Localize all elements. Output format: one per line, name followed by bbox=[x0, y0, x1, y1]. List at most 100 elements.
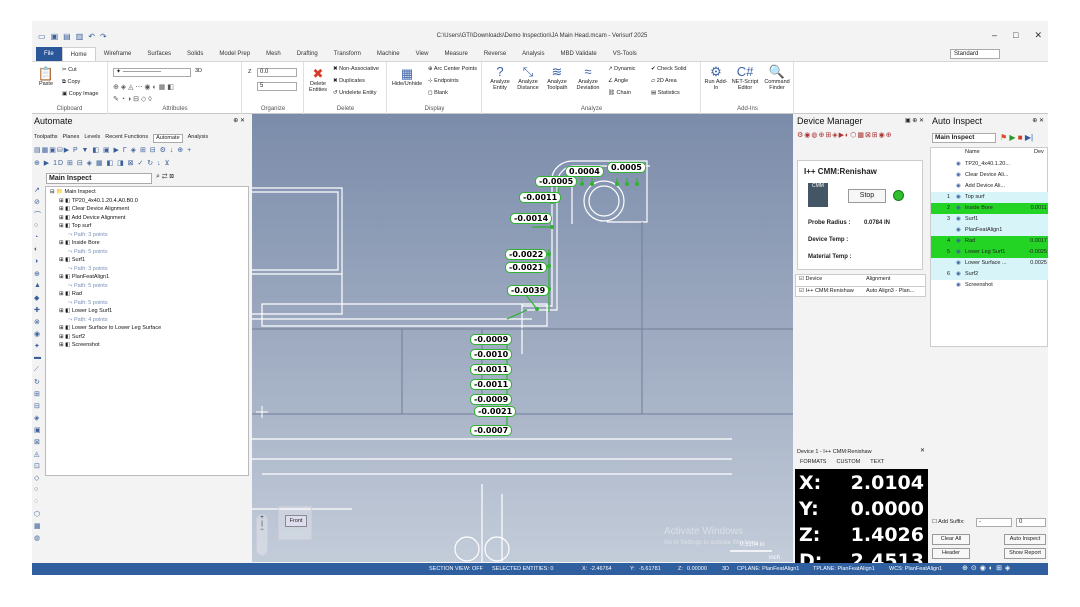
auto-inspect-controls[interactable]: ⚑ ▶ ■ ▶| bbox=[1000, 133, 1033, 142]
stop-button[interactable]: Stop bbox=[848, 189, 886, 203]
tree-path-item[interactable]: ⤳ Path: 5 points bbox=[68, 300, 108, 307]
auto-inspect-row[interactable]: ◉ Clear Device Ali... bbox=[931, 170, 1048, 181]
create-tool-icon[interactable]: ⊡ bbox=[34, 462, 40, 470]
cut-button[interactable]: ✂ Cut bbox=[62, 67, 77, 73]
create-tool-icon[interactable]: ⌒ bbox=[34, 210, 41, 220]
tree-item[interactable]: ⊞ ◧ Lower Surface to Lower Leg Surface bbox=[59, 325, 161, 331]
device-row[interactable]: ☑ I++ CMM:Renishaw bbox=[799, 288, 854, 294]
tree-item[interactable]: ⊞ ◧ Lower Leg Surf1 bbox=[59, 308, 112, 314]
create-tool-icon[interactable]: ↻ bbox=[34, 378, 40, 386]
create-tool-icon[interactable]: ▣ bbox=[34, 426, 41, 434]
analyze-entity-button[interactable]: ? Analyze Entity bbox=[487, 64, 513, 91]
create-tool-icon[interactable]: ◉ bbox=[34, 330, 40, 338]
tree-path-item[interactable]: ⤳ Path: 3 points bbox=[68, 266, 108, 273]
deviation-label[interactable]: -0.0007 bbox=[470, 425, 513, 436]
deviation-label[interactable]: -0.0021 bbox=[505, 262, 548, 273]
header-button[interactable]: Header bbox=[932, 548, 970, 559]
tree-path-item[interactable]: ⤳ Path: 3 points bbox=[68, 232, 108, 239]
create-tool-icon[interactable]: ⊞ bbox=[34, 390, 40, 398]
attribute-tools-row2[interactable]: ✎ ◔ ◑ ⊟ ◇ ◊ bbox=[113, 95, 152, 103]
create-tool-icon[interactable]: ⟋ bbox=[34, 366, 39, 374]
config-dropdown[interactable]: Standard bbox=[950, 49, 1000, 59]
tab-home[interactable]: Home bbox=[61, 47, 96, 61]
tree-item[interactable]: ⊞ ◧ Surf1 bbox=[59, 257, 85, 263]
automate-tab-analysis[interactable]: Analysis bbox=[188, 134, 208, 143]
create-tool-icon[interactable]: ⊠ bbox=[34, 438, 40, 446]
auto-inspect-row[interactable]: ◉ PlanFeatAlign1 bbox=[931, 225, 1048, 236]
create-tool-icon[interactable]: ↗ bbox=[34, 186, 40, 194]
tree-path-item[interactable]: ⤳ Path: 5 points bbox=[68, 283, 108, 290]
hide-unhide-button[interactable]: ▦ Hide/Unhide bbox=[390, 66, 424, 87]
auto-inspect-row[interactable]: 5 ◉ Lower Leg Surf1 -0.0025 bbox=[931, 247, 1048, 258]
check-solid-button[interactable]: ✔ Check Solid bbox=[651, 66, 687, 72]
chain-button[interactable]: ⛓ Chain bbox=[608, 90, 631, 96]
tree-item[interactable]: ⊞ ◧ TP20_4x40.1.20.4.A0.B0.0 bbox=[59, 198, 138, 204]
dynamic-button[interactable]: ↗ Dynamic bbox=[608, 66, 636, 72]
create-tool-icon[interactable]: ◆ bbox=[34, 294, 39, 302]
automate-search-icon[interactable]: ⌕ ⇄ ⊠ bbox=[156, 173, 174, 181]
create-tool-icon[interactable]: ◌ bbox=[34, 498, 38, 505]
status-view-icons[interactable]: ⊕⊙◉◐⊞◈ bbox=[962, 563, 1013, 575]
left-tool-strip[interactable]: ↗ ⊘ ⌒ ○ ◔ ◐ ◑ ⊕ ▲ ◆ ✚ ⊗ ◉ ✦ ▬ ⟋ ↻ ⊞ ⊟ ◈ ▣ ⊠ ◬ ⊡ ◇ ○ ◌ ⬡ ▦ ◍ bbox=[32, 186, 44, 566]
auto-inspect-row[interactable]: 2 ◉ Inside Bore 0.0011 bbox=[931, 203, 1048, 214]
automate-tab-toolpaths[interactable]: Toolpaths bbox=[34, 134, 58, 143]
command-finder-button[interactable]: 🔍 Command Finder bbox=[762, 64, 792, 91]
tab-mesh[interactable]: Mesh bbox=[258, 47, 289, 61]
create-tool-icon[interactable]: ◍ bbox=[34, 534, 40, 542]
tree-path-item[interactable]: ⤳ Path: 5 points bbox=[68, 249, 108, 256]
suffix-input[interactable]: - bbox=[976, 518, 1012, 527]
tab-solids[interactable]: Solids bbox=[179, 47, 211, 61]
deviation-label[interactable]: -0.0010 bbox=[470, 349, 513, 360]
dimension-mode[interactable]: 3D bbox=[195, 68, 202, 74]
step-icon[interactable]: ⚑ bbox=[1000, 133, 1007, 142]
play-icon[interactable]: ▶ bbox=[1009, 133, 1015, 142]
z-depth-input[interactable]: 0.0 bbox=[257, 68, 297, 77]
print-icon[interactable]: ▥ bbox=[76, 32, 84, 41]
copy-image-button[interactable]: ▣ Copy Image bbox=[62, 91, 98, 97]
create-tool-icon[interactable]: ⊘ bbox=[34, 198, 40, 206]
tab-machine[interactable]: Machine bbox=[369, 47, 408, 61]
tab-model-prep[interactable]: Model Prep bbox=[211, 47, 258, 61]
tab-transform[interactable]: Transform bbox=[326, 47, 369, 61]
stop-icon[interactable]: ■ bbox=[1018, 133, 1023, 142]
create-tool-icon[interactable]: ◇ bbox=[34, 474, 39, 482]
add-suffix-checkbox[interactable]: ☐ Add Suffix: bbox=[932, 519, 965, 525]
close-icon[interactable]: ✕ bbox=[1034, 30, 1042, 41]
automate-tab-automate[interactable]: Automate bbox=[153, 134, 183, 143]
automate-tab-recent-functions[interactable]: Recent Functions bbox=[105, 134, 148, 143]
create-tool-icon[interactable]: ✦ bbox=[34, 342, 40, 350]
tab-wireframe[interactable]: Wireframe bbox=[96, 47, 140, 61]
tab-analysis[interactable]: Analysis bbox=[514, 47, 552, 61]
automate-tab-levels[interactable]: Levels bbox=[84, 134, 100, 143]
redo-icon[interactable]: ↷ bbox=[100, 32, 107, 41]
line-style-select[interactable]: ✦ ───────── bbox=[113, 68, 191, 77]
maximize-icon[interactable]: □ bbox=[1013, 30, 1018, 41]
wcs-status[interactable]: WCS: PlanFeatAlign1 bbox=[889, 563, 942, 575]
auto-inspect-row[interactable]: 3 ◉ Surf1 bbox=[931, 214, 1048, 225]
automate-toolbar-row2[interactable]: ⊕ ▶ 1D ⊞ ⊟ ◈ ▦ ◧ ◨ ⊠ ✓ ↻ ↓ ⊻ bbox=[34, 159, 171, 167]
graphics-viewport[interactable]: 0.0004 -0.0005 0.0005 -0.0011 -0.0014 -0… bbox=[252, 114, 793, 562]
create-tool-icon[interactable]: ⊕ bbox=[34, 270, 40, 278]
dimension-status[interactable]: 3D bbox=[722, 563, 729, 575]
tree-item[interactable]: ⊞ ◧ Surf2 bbox=[59, 334, 85, 340]
paste-button[interactable]: 📋 Paste bbox=[35, 66, 57, 87]
next-icon[interactable]: ▶| bbox=[1025, 133, 1033, 142]
tab-vs-tools[interactable]: VS-Tools bbox=[605, 47, 645, 61]
create-tool-icon[interactable]: ◔ bbox=[34, 234, 38, 241]
view-cube-front[interactable]: Front bbox=[285, 515, 307, 527]
level-input[interactable]: 5 bbox=[257, 82, 297, 91]
create-tool-icon[interactable]: ◈ bbox=[34, 414, 39, 422]
readout-tab-custom[interactable]: CUSTOM bbox=[836, 459, 860, 465]
create-tool-icon[interactable]: ▲ bbox=[34, 282, 41, 289]
tree-item[interactable]: ⊟ 📁 Main Inspect bbox=[50, 189, 96, 195]
save-icon[interactable]: ▣ bbox=[51, 32, 59, 41]
tree-path-item[interactable]: ⤳ Path: 4 points bbox=[68, 317, 108, 324]
auto-inspect-pin-icon[interactable]: ⊕ ✕ bbox=[1032, 117, 1044, 124]
net-script-editor-button[interactable]: C# NET-Script Editor bbox=[730, 64, 760, 91]
tab-reverse[interactable]: Reverse bbox=[476, 47, 514, 61]
tab-file[interactable]: File bbox=[36, 47, 62, 61]
auto-inspect-row[interactable]: ◉ Screenshot bbox=[931, 280, 1048, 291]
create-tool-icon[interactable]: ✚ bbox=[34, 306, 40, 314]
analyze-distance-button[interactable]: ⤡ Analyze Distance bbox=[515, 64, 541, 91]
tree-item[interactable]: ⊞ ◧ Add Device Alignment bbox=[59, 215, 125, 221]
